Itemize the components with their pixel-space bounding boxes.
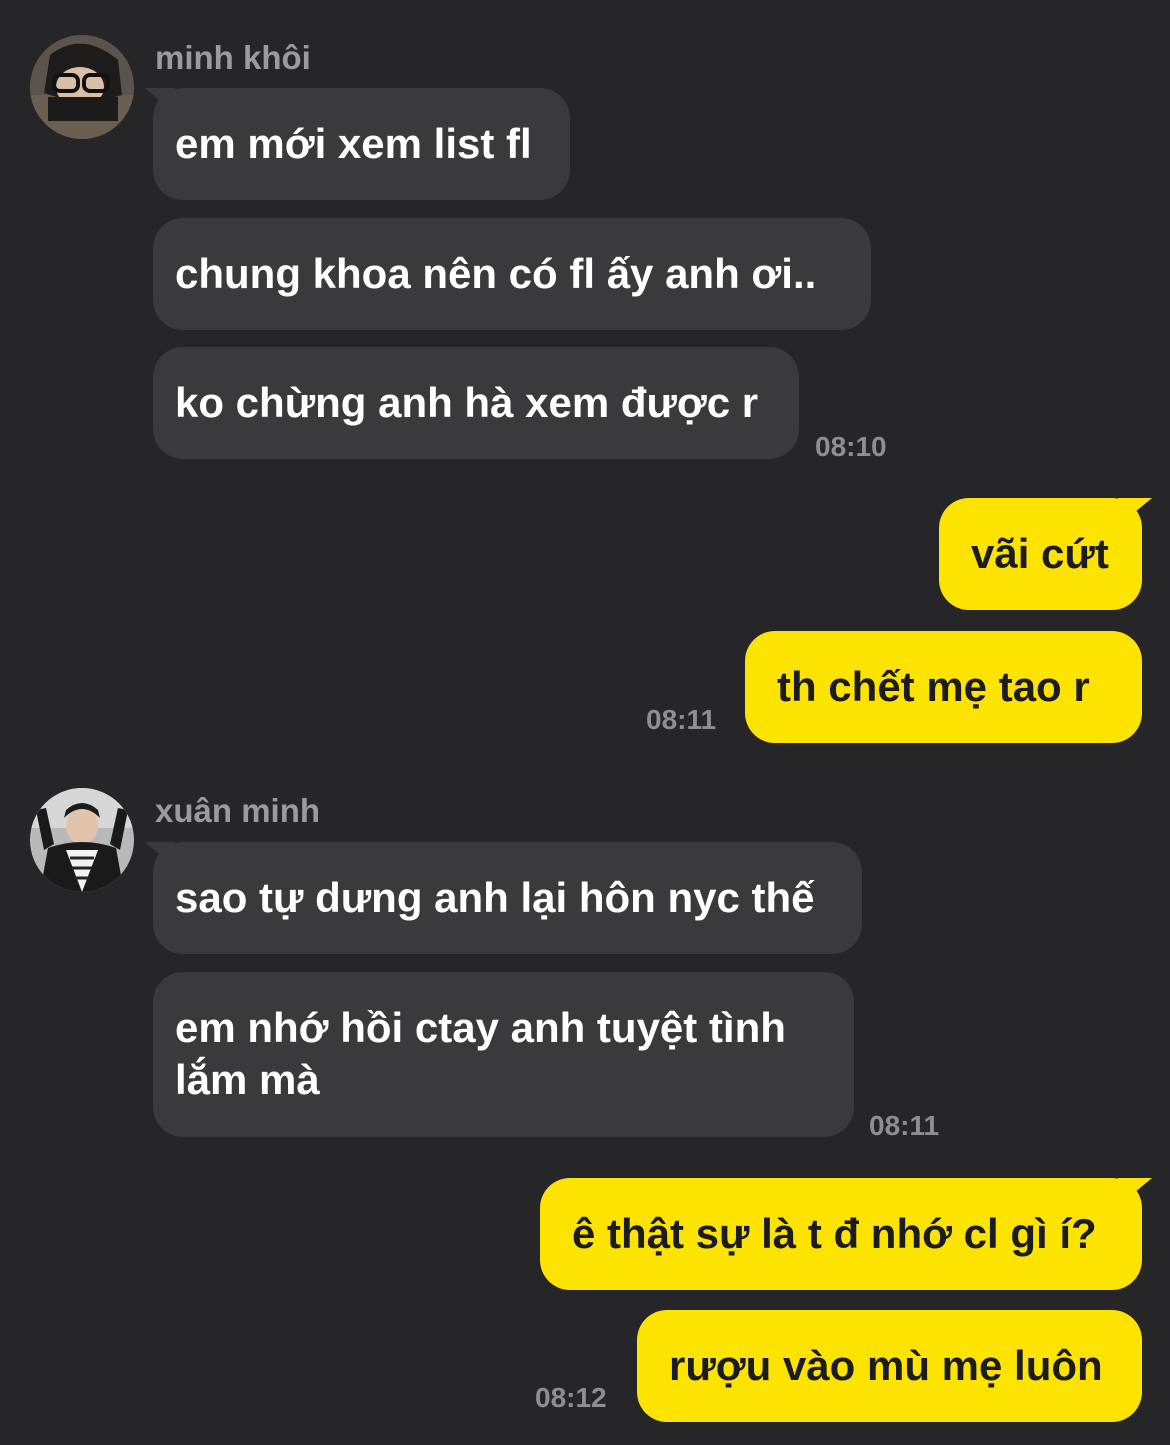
message-timestamp: 08:10 bbox=[815, 431, 887, 462]
message-text: em nhớ hồi ctay anh tuyệt tình lắm mà bbox=[175, 1004, 786, 1103]
outgoing-message[interactable]: ê thật sự là t đ nhớ cl gì í? bbox=[540, 1178, 1142, 1290]
message-text: sao tự dưng anh lại hôn nyc thế bbox=[175, 874, 815, 921]
outgoing-message[interactable]: vãi cứt bbox=[939, 498, 1142, 610]
message-text: vãi cứt bbox=[971, 530, 1109, 577]
message-timestamp: 08:11 bbox=[869, 1110, 940, 1141]
message-timestamp: 08:12 bbox=[535, 1382, 607, 1413]
message-text: rượu vào mù mẹ luôn bbox=[669, 1342, 1103, 1389]
message-text: chung khoa nên có fl ấy anh ơi.. bbox=[175, 250, 817, 297]
message-timestamp: 08:11 bbox=[646, 704, 717, 735]
sender-name: minh khôi bbox=[155, 39, 311, 76]
message-text: em mới xem list fl bbox=[175, 120, 532, 167]
avatar-xuan-minh-image bbox=[30, 788, 134, 892]
incoming-message[interactable]: ko chừng anh hà xem được r bbox=[153, 347, 799, 459]
sender-name: xuân minh bbox=[155, 792, 321, 829]
message-text: ê thật sự là t đ nhớ cl gì í? bbox=[572, 1210, 1097, 1257]
incoming-message[interactable]: em mới xem list fl bbox=[153, 88, 570, 200]
avatar-minh-khoi-image bbox=[30, 35, 134, 139]
message-text: ko chừng anh hà xem được r bbox=[175, 379, 759, 426]
incoming-message[interactable]: em nhớ hồi ctay anh tuyệt tình lắm mà bbox=[153, 972, 854, 1137]
outgoing-message[interactable]: th chết mẹ tao r bbox=[745, 631, 1142, 743]
avatar-xuan-minh[interactable] bbox=[30, 788, 134, 892]
outgoing-message[interactable]: rượu vào mù mẹ luôn bbox=[637, 1310, 1142, 1422]
incoming-message[interactable]: chung khoa nên có fl ấy anh ơi.. bbox=[153, 218, 871, 330]
incoming-message[interactable]: sao tự dưng anh lại hôn nyc thế bbox=[153, 842, 862, 954]
message-text: th chết mẹ tao r bbox=[777, 663, 1090, 710]
avatar-minh-khoi[interactable] bbox=[30, 35, 134, 139]
